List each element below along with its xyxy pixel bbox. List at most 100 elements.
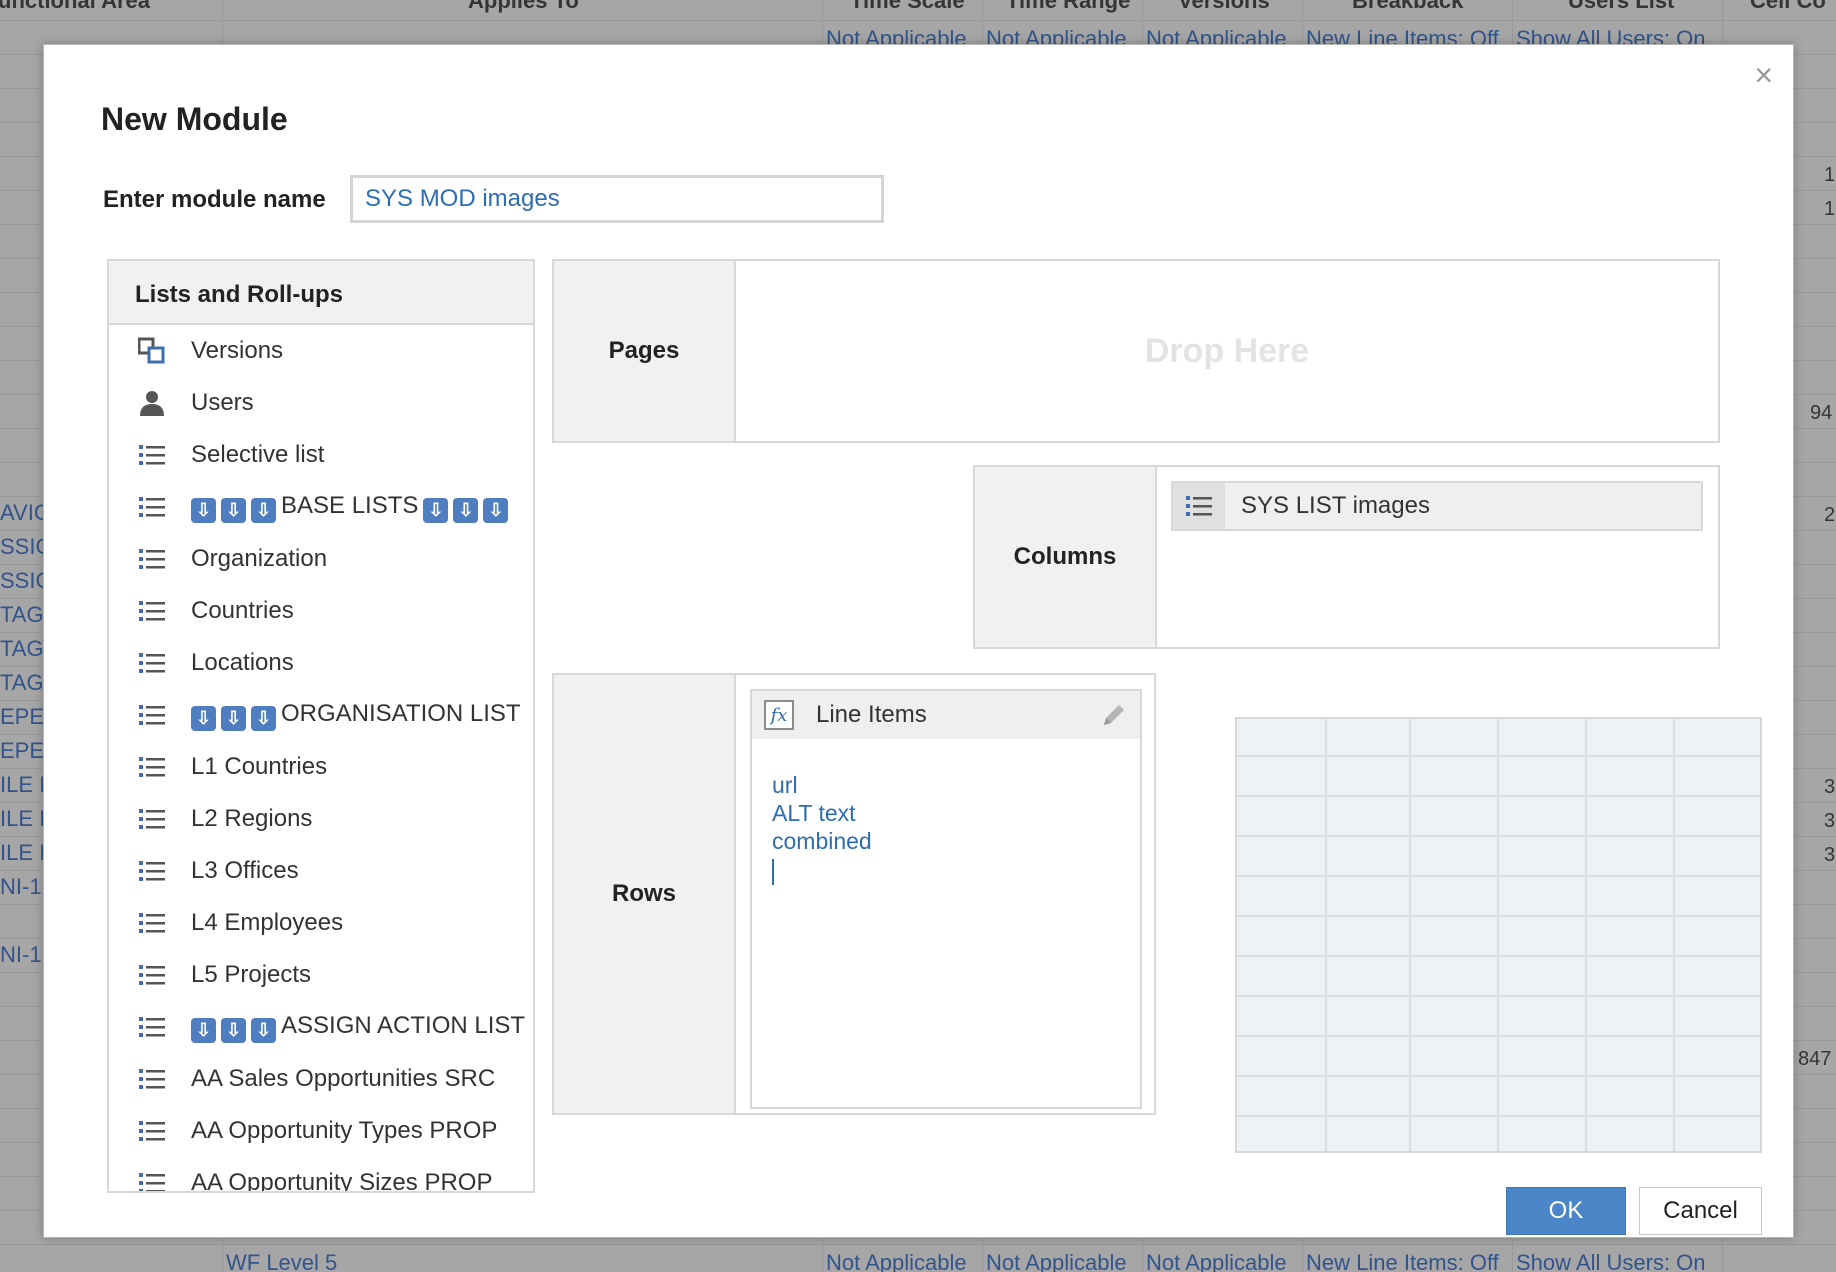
list-item-text: AA Opportunity Types PROP [191, 1117, 498, 1144]
pages-label: Pages [554, 261, 736, 441]
list-item[interactable]: L2 Regions [109, 793, 533, 845]
list-item[interactable]: L1 Countries [109, 741, 533, 793]
lists-scroll-area[interactable]: Versions Users Selective list ⇩ ⇩ ⇩ BASE LISTS… [109, 325, 533, 1191]
list-item-text: L4 Employees [191, 909, 344, 936]
line-items-title: Line Items [816, 701, 927, 728]
list-icon [1173, 483, 1225, 529]
list-icon [137, 596, 167, 626]
list-item-label: ⇩ ⇩ ⇩ ASSIGN ACTION LIST [191, 1012, 525, 1043]
list-icon [137, 752, 167, 782]
list-item-label: L5 Projects [191, 961, 311, 989]
new-module-dialog: × New Module Enter module name Lists and… [43, 44, 1794, 1238]
list-icon [137, 908, 167, 938]
list-item-label: AA Sales Opportunities SRC [191, 1065, 495, 1093]
list-item-text: Users [191, 389, 254, 416]
line-items-editor[interactable]: url ALT text combined [772, 771, 872, 885]
grid-line [1325, 719, 1327, 1151]
columns-list-chip[interactable]: SYS LIST images [1171, 481, 1703, 531]
list-item-text: L2 Regions [191, 805, 313, 832]
list-icon [137, 960, 167, 990]
grid-line [1237, 1075, 1760, 1077]
list-icon [137, 544, 167, 574]
text-caret [772, 859, 774, 885]
drop-here-placeholder: Drop Here [1144, 331, 1310, 370]
grid-line [1237, 1035, 1760, 1037]
grid-line [1237, 835, 1760, 837]
close-icon[interactable]: × [1754, 59, 1773, 91]
versions-icon [137, 336, 167, 366]
list-icon [137, 1012, 167, 1042]
user-icon [137, 388, 167, 418]
down-arrow-icon: ⇩ [191, 497, 216, 523]
list-item[interactable]: ⇩ ⇩ ⇩ ASSIGN ACTION LIST [109, 1001, 533, 1053]
module-name-input[interactable] [350, 175, 884, 223]
grid-line [1409, 719, 1411, 1151]
list-item-text: Organization [191, 545, 328, 572]
grid-line [1237, 755, 1760, 757]
list-item-label: L3 Offices [191, 857, 299, 885]
down-arrow-icon: ⇩ [251, 1017, 276, 1043]
columns-zone[interactable]: Columns SYS LIST images [973, 465, 1720, 649]
list-item-label: L1 Countries [191, 753, 327, 781]
list-item-label: L4 Employees [191, 909, 343, 937]
list-item[interactable]: Organization [109, 533, 533, 585]
pencil-icon[interactable] [1098, 699, 1130, 731]
list-item-text: AA Opportunity Sizes PROP [191, 1169, 493, 1191]
list-icon [137, 1064, 167, 1094]
list-item[interactable]: L4 Employees [109, 897, 533, 949]
grid-line [1237, 1115, 1760, 1117]
list-item[interactable]: AA Opportunity Types PROP [109, 1105, 533, 1157]
list-item-text: BASE LISTS [281, 491, 419, 519]
list-item[interactable]: L3 Offices [109, 845, 533, 897]
list-icon [137, 492, 167, 522]
list-icon [137, 804, 167, 834]
list-item-label: AA Opportunity Types PROP [191, 1117, 497, 1145]
down-arrow-icon: ⇩ [221, 497, 246, 523]
list-item-text: Selective list [191, 441, 325, 468]
down-arrow-icon: ⇩ [251, 497, 276, 523]
down-arrow-icon: ⇩ [221, 1017, 246, 1043]
line-items-header: fx Line Items [752, 691, 1140, 739]
list-item-text: Versions [191, 337, 284, 364]
list-item[interactable]: Countries [109, 585, 533, 637]
list-item-label: ⇩ ⇩ ⇩ ORGANISATION LIST [191, 700, 521, 731]
list-item[interactable]: Users [109, 377, 533, 429]
list-item-label: Versions [191, 337, 283, 365]
list-icon [137, 856, 167, 886]
grid-line [1497, 719, 1499, 1151]
line-items-box[interactable]: fx Line Items url ALT text combined [750, 689, 1142, 1109]
list-item-text: ASSIGN ACTION LIST [281, 1011, 526, 1039]
list-item[interactable]: Selective list [109, 429, 533, 481]
list-item-text: L5 Projects [191, 961, 312, 988]
list-item-label: Countries [191, 597, 294, 625]
ok-button[interactable]: OK [1506, 1187, 1626, 1235]
grid-line [1237, 915, 1760, 917]
list-item[interactable]: AA Sales Opportunities SRC [109, 1053, 533, 1105]
list-item-label: ⇩ ⇩ ⇩ BASE LISTS ⇩ ⇩ ⇩ [191, 491, 509, 523]
rows-zone[interactable]: Rows fx Line Items url ALT text combined [552, 673, 1156, 1115]
list-item-text: L3 Offices [191, 857, 299, 884]
lists-panel: Lists and Roll-ups Versions Users Selectiv… [107, 259, 535, 1193]
list-item[interactable]: AA Opportunity Sizes PROP [109, 1157, 533, 1191]
list-item-label: L2 Regions [191, 805, 312, 833]
preview-grid [1235, 717, 1762, 1153]
dialog-title: New Module [101, 101, 288, 137]
down-arrow-icon: ⇩ [191, 705, 216, 731]
grid-line [1237, 995, 1760, 997]
pages-zone[interactable]: Pages Drop Here [552, 259, 1720, 443]
module-name-label: Enter module name [103, 186, 326, 213]
list-item[interactable]: ⇩ ⇩ ⇩ ORGANISATION LIST [109, 689, 533, 741]
list-item-text: Countries [191, 597, 294, 624]
down-arrow-icon: ⇩ [453, 497, 479, 523]
list-item[interactable]: Locations [109, 637, 533, 689]
list-item-text: AA Sales Opportunities SRC [191, 1065, 496, 1092]
list-item[interactable]: ⇩ ⇩ ⇩ BASE LISTS ⇩ ⇩ ⇩ [109, 481, 533, 533]
list-icon [137, 440, 167, 470]
cancel-button[interactable]: Cancel [1639, 1187, 1762, 1235]
columns-label: Columns [975, 467, 1157, 647]
grid-line [1237, 955, 1760, 957]
list-item[interactable]: Versions [109, 325, 533, 377]
line-item: url [772, 772, 798, 798]
list-item[interactable]: L5 Projects [109, 949, 533, 1001]
down-arrow-icon: ⇩ [221, 705, 246, 731]
